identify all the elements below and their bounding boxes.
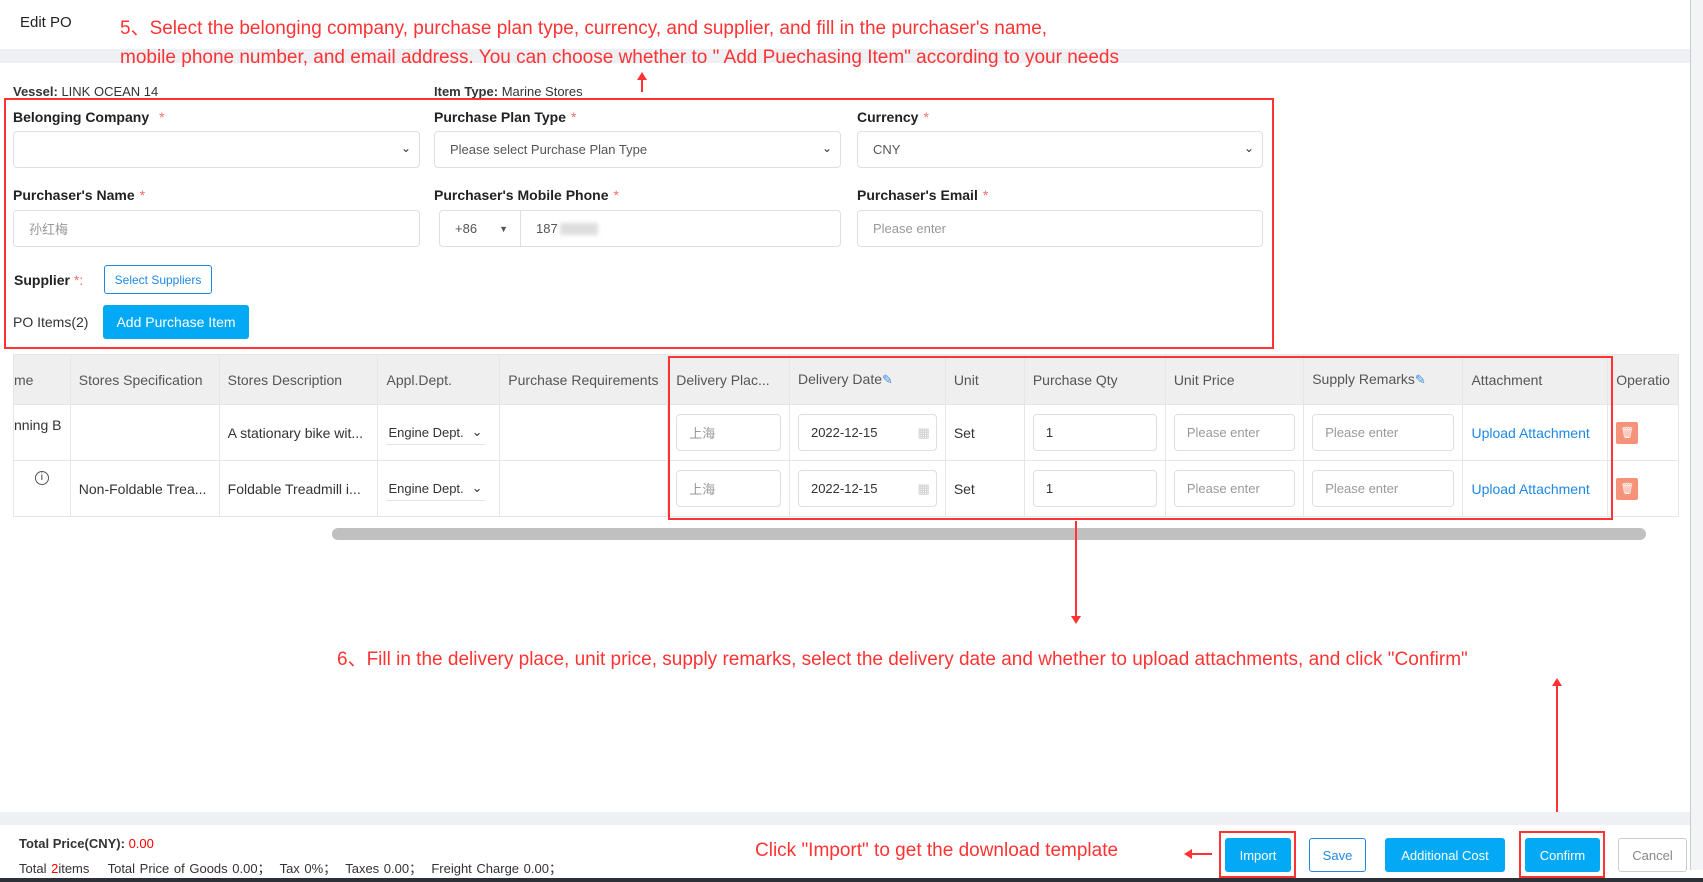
batch-edit-icon[interactable]: ✎ — [1415, 372, 1426, 387]
country-code-select[interactable]: +86 ▼ — [439, 210, 521, 247]
cell-spec: Non-Foldable Trea... — [69, 460, 220, 517]
po-items-table: me Stores Specification Stores Descripti… — [13, 354, 1679, 517]
delivery-place-input[interactable]: 上海 — [676, 470, 781, 507]
trash-icon[interactable]: 🗑 — [1616, 421, 1639, 444]
chevron-down-icon: ⌄ — [400, 141, 411, 155]
arrow-left-icon — [1190, 853, 1212, 855]
page-scrollbar[interactable] — [1690, 0, 1703, 870]
dept-select[interactable]: Engine Dept. ⌄ — [386, 476, 485, 501]
select-suppliers-button[interactable]: Select Suppliers — [104, 265, 212, 294]
upload-attachment-link[interactable]: Upload Attachment — [1471, 425, 1589, 441]
supply-remarks-input[interactable]: Please enter — [1312, 470, 1455, 507]
delivery-date-picker[interactable]: 2022-12-15 ▦ — [797, 470, 937, 507]
additional-cost-button[interactable]: Additional Cost — [1385, 838, 1505, 872]
footer-band — [0, 812, 1690, 825]
cancel-button[interactable]: Cancel — [1618, 838, 1687, 872]
cell-unit: Set — [944, 460, 1025, 517]
purchase-plan-type-select[interactable]: Please select Purchase Plan Type ⌄ — [434, 131, 841, 168]
purchaser-name-input[interactable]: 孙红梅 — [13, 210, 420, 247]
arrow-head — [1071, 616, 1081, 624]
chevron-down-icon: ⌄ — [471, 424, 483, 439]
item-type-info: Item Type: Marine Stores — [434, 84, 583, 99]
col-header-spec: Stores Specification — [69, 354, 220, 405]
calendar-icon: ▦ — [917, 424, 930, 440]
po-items-count: PO Items(2) — [13, 314, 89, 330]
upload-attachment-link[interactable]: Upload Attachment — [1471, 481, 1589, 497]
col-header-attachment: Attachment — [1462, 354, 1609, 405]
qty-input[interactable]: 1 — [1032, 470, 1157, 507]
currency-label: Currency * — [857, 109, 929, 125]
cell-desc: A stationary bike wit... — [218, 404, 379, 461]
supply-remarks-input[interactable]: Please enter — [1312, 414, 1455, 451]
cell-desc: Foldable Treadmill i... — [218, 460, 379, 517]
total-price: Total Price(CNY): 0.00 — [19, 836, 154, 851]
arrow-head — [1184, 849, 1192, 859]
table-header-row: me Stores Specification Stores Descripti… — [13, 354, 1679, 405]
chevron-down-icon: ⌄ — [471, 480, 483, 495]
annotation-import: Click "Import" to get the download templ… — [755, 840, 1119, 861]
currency-select[interactable]: CNY ⌄ — [857, 131, 1263, 168]
trash-icon[interactable]: 🗑 — [1616, 477, 1639, 500]
info-icon[interactable]: i — [34, 471, 49, 485]
purchase-plan-type-label: Purchase Plan Type * — [434, 109, 577, 125]
annotation-step5-line2: mobile phone number, and email address. … — [120, 47, 1119, 68]
batch-edit-icon[interactable]: ✎ — [882, 372, 893, 387]
qty-input[interactable]: 1 — [1032, 414, 1157, 451]
col-header-name: me — [13, 354, 71, 405]
page-title: Edit PO — [20, 14, 72, 31]
cell-requirements — [499, 460, 669, 517]
calendar-icon: ▦ — [917, 480, 930, 496]
annotation-step6: 6、Fill in the delivery place, unit price… — [337, 649, 1468, 670]
purchaser-email-input[interactable]: Please enter — [857, 210, 1263, 247]
cell-name: nning B — [13, 404, 71, 461]
col-header-requirements: Purchase Requirements — [499, 354, 669, 405]
dept-select[interactable]: Engine Dept. ⌄ — [386, 420, 485, 445]
col-header-desc: Stores Description — [218, 354, 379, 405]
arrow-head — [1552, 678, 1562, 686]
po-items-table-wrap: me Stores Specification Stores Descripti… — [13, 354, 1679, 517]
cell-unit: Set — [944, 404, 1025, 461]
table-row: i Non-Foldable Trea... Foldable Treadmil… — [13, 460, 1679, 517]
col-header-unit: Unit — [944, 354, 1025, 405]
cell-spec — [69, 404, 220, 461]
redacted-blur — [559, 222, 598, 235]
import-button[interactable]: Import — [1225, 838, 1291, 872]
col-header-supply-remarks: Supply Remarks✎ — [1303, 354, 1464, 405]
belonging-company-label: Belonging Company * — [13, 109, 165, 125]
purchaser-phone-input[interactable]: 187 — [520, 210, 841, 247]
supplier-label: Supplier *: — [14, 272, 84, 288]
caret-down-icon: ▼ — [499, 223, 508, 234]
arrow-up-icon — [1556, 682, 1558, 824]
col-header-delivery-date: Delivery Date✎ — [788, 354, 946, 405]
col-header-unit-price: Unit Price — [1164, 354, 1305, 405]
chevron-down-icon: ⌄ — [821, 141, 832, 155]
cell-requirements — [499, 404, 669, 461]
delivery-place-input[interactable]: 上海 — [676, 414, 781, 451]
totals-summary: Total 2items Total Price of Goods 0.00； … — [19, 861, 562, 876]
belonging-company-select[interactable]: ⌄ — [13, 131, 420, 168]
confirm-button[interactable]: Confirm — [1525, 838, 1600, 872]
col-header-dept: Appl.Dept. — [377, 354, 501, 405]
save-button[interactable]: Save — [1309, 838, 1366, 872]
vessel-info: Vessel: LINK OCEAN 14 — [13, 84, 159, 99]
annotation-step5-line1: 5、Select the belonging company, purchase… — [120, 18, 1048, 39]
chevron-down-icon: ⌄ — [1243, 141, 1254, 155]
col-header-delivery-place: Delivery Plac... — [667, 354, 790, 405]
purchaser-email-label: Purchaser's Email * — [857, 187, 989, 203]
col-header-operation: Operatio — [1607, 354, 1679, 405]
arrow-down-icon — [1075, 521, 1077, 619]
arrow-head — [637, 72, 647, 80]
purchaser-name-label: Purchaser's Name * — [13, 187, 146, 203]
col-header-qty: Purchase Qty — [1023, 354, 1166, 405]
bottom-bar — [0, 878, 1703, 882]
unit-price-input[interactable]: Please enter — [1173, 414, 1296, 451]
unit-price-input[interactable]: Please enter — [1173, 470, 1296, 507]
delivery-date-picker[interactable]: 2022-12-15 ▦ — [797, 414, 937, 451]
table-row: nning B A stationary bike wit... Engine … — [13, 404, 1679, 461]
table-horizontal-scrollbar[interactable] — [332, 528, 1646, 540]
add-purchase-item-button[interactable]: Add Purchase Item — [103, 305, 249, 339]
purchaser-phone-label: Purchaser's Mobile Phone * — [434, 187, 619, 203]
